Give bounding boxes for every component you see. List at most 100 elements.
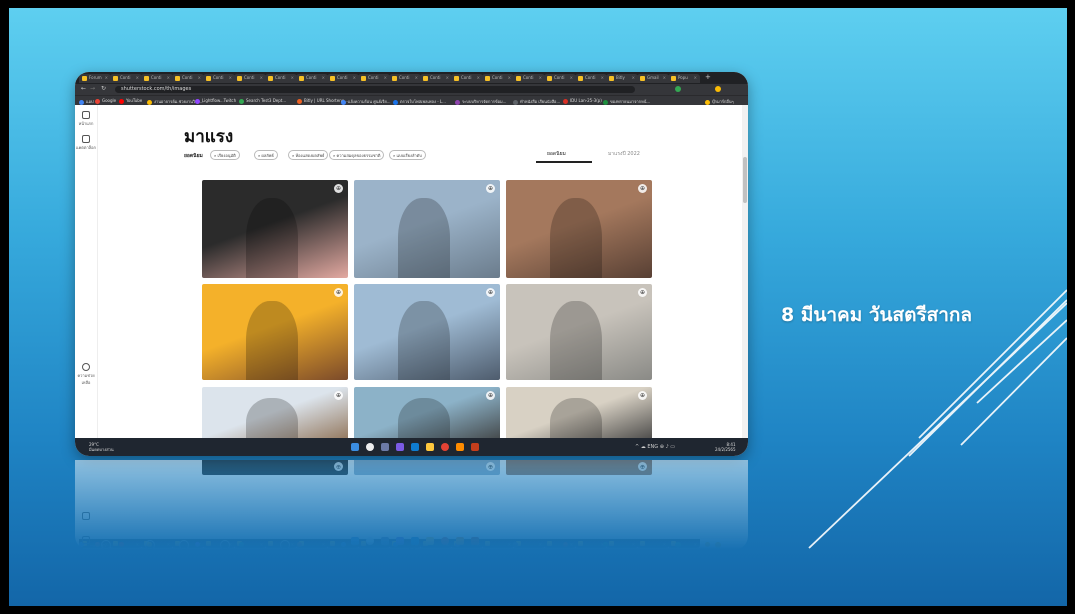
photo-card[interactable]: ⊕ [506,180,652,278]
photo-card[interactable]: ⊕ [354,180,500,278]
close-icon[interactable]: × [508,75,511,80]
close-icon[interactable]: × [291,542,294,547]
powerpoint-icon[interactable] [471,443,479,451]
rail-item-help[interactable]: ความช่วยเหลือ [75,363,97,386]
close-icon[interactable]: × [260,75,263,80]
close-icon[interactable]: × [663,542,666,547]
photo-card[interactable]: ⊕ [202,460,348,475]
forward-icon[interactable]: → [90,85,95,92]
close-icon[interactable]: × [167,542,170,547]
search-icon[interactable] [366,537,374,545]
close-icon[interactable]: × [601,75,604,80]
bookmark-item[interactable]: บุ๊กมาร์กอื่นๆ [705,98,734,105]
browser-tab[interactable]: Conti × [389,74,421,83]
rail-item-home[interactable] [75,535,97,544]
zoom-icon[interactable]: ⊕ [486,462,495,471]
bookmark-item[interactable] [341,542,348,549]
chrome-icon[interactable] [441,537,449,545]
bookmark-item[interactable]: Search Test3 Dept... [239,98,286,104]
tab-trending-2022[interactable]: มาแรงปี 2022 [608,150,640,158]
extension-icon[interactable] [675,542,681,548]
close-icon[interactable]: × [694,542,697,547]
close-icon[interactable]: × [539,75,542,80]
edge-icon[interactable] [411,537,419,545]
close-icon[interactable]: × [570,542,573,547]
rail-item-catalog[interactable]: แคตตาล็อก [75,135,97,151]
weather-widget[interactable]: 29°C มีแดดบางส่วน [89,442,114,452]
close-icon[interactable]: × [167,75,170,80]
browser-tab[interactable]: Conti × [327,74,359,83]
zoom-icon[interactable]: ⊕ [486,288,495,297]
bookmark-item[interactable] [195,542,202,549]
browser-tab[interactable]: Conti × [358,74,390,83]
clock[interactable]: 8:41 24/2/2565 [715,442,736,452]
zoom-icon[interactable]: ⊕ [638,288,647,297]
system-tray[interactable]: ^ ☁ ENG ⊕ ♪ ▭ [635,444,675,450]
close-icon[interactable]: × [291,75,294,80]
file-explorer-icon[interactable] [426,443,434,451]
browser-tab[interactable]: Conti × [513,74,545,83]
browser-tab[interactable]: Popu × [668,74,700,83]
filter-chip[interactable]: ⌕ เรียงอนุมัติ [210,150,240,160]
close-icon[interactable]: × [415,75,418,80]
profile-avatar[interactable] [715,86,721,92]
zoom-icon[interactable]: ⊕ [486,184,495,193]
start-icon[interactable] [351,443,359,451]
zoom-icon[interactable]: ⊕ [638,462,647,471]
browser-tab[interactable]: Conti × [265,74,297,83]
search-icon[interactable] [366,443,374,451]
browser-tab[interactable]: Conti × [451,74,483,83]
browser-tab[interactable]: Conti × [110,74,142,83]
photo-card[interactable]: ⊕ [506,284,652,380]
browser-tab[interactable]: Gmail × [637,74,669,83]
close-icon[interactable]: × [632,542,635,547]
browser-tab[interactable]: Conti × [420,74,452,83]
tab-popular[interactable]: ยอดนิยม [547,150,566,158]
bookmark-item[interactable]: ของทรายนมาจากหน้... [603,98,650,105]
browser-tab[interactable]: Conti × [141,74,173,83]
new-tab-icon[interactable]: + [705,73,711,81]
browser-tab[interactable]: × [668,539,700,548]
bookmark-item[interactable] [563,542,570,549]
close-icon[interactable]: × [446,75,449,80]
task-view-icon[interactable] [381,537,389,545]
zoom-icon[interactable]: ⊕ [638,391,647,400]
start-icon[interactable] [351,537,359,545]
bookmark-item[interactable] [297,542,304,549]
bookmark-item[interactable]: แอป [79,98,94,105]
close-icon[interactable]: × [384,75,387,80]
scrollbar-thumb[interactable] [743,157,747,203]
photo-card[interactable]: ⊕ [506,460,652,475]
chrome-icon[interactable] [441,443,449,451]
rail-item-home[interactable]: หน้าแรก [75,111,97,127]
browser-tab[interactable]: × [637,539,669,548]
bookmark-item[interactable]: ระบบบริหารจัดการข้อม... [455,98,506,105]
powerpoint-icon[interactable] [471,537,479,545]
photo-card[interactable]: ⊕ [354,460,500,475]
bookmark-item[interactable]: IDU Lan-25-3(p) [563,98,602,104]
close-icon[interactable]: × [136,75,139,80]
bookmark-item[interactable]: YouTube [119,98,142,104]
browser-tab[interactable]: Conti × [172,74,204,83]
chat-icon[interactable] [396,537,404,545]
close-icon[interactable]: × [508,542,511,547]
photo-card[interactable]: ⊕ [354,284,500,380]
close-icon[interactable]: × [198,75,201,80]
chat-icon[interactable] [396,443,404,451]
bookmark-item[interactable]: Lightflow...Twitch [195,98,236,104]
close-icon[interactable]: × [539,542,542,547]
close-icon[interactable]: × [694,75,697,80]
browser-tab[interactable]: Conti × [544,74,576,83]
profile-avatar[interactable] [715,542,721,548]
bookmark-item[interactable] [119,542,126,549]
filter-chip[interactable]: ⌕ แบบเรียงลำดับ [389,150,426,160]
file-explorer-icon[interactable] [426,537,434,545]
zoom-icon[interactable]: ⊕ [334,391,343,400]
close-icon[interactable]: × [105,75,108,80]
app-icon[interactable] [456,537,464,545]
browser-tab[interactable]: × [544,539,576,548]
back-icon[interactable]: ← [81,85,86,92]
url-field[interactable]: shutterstock.com/th/images [115,86,635,93]
bookmark-item[interactable] [603,542,610,549]
bookmark-item[interactable] [705,542,712,549]
